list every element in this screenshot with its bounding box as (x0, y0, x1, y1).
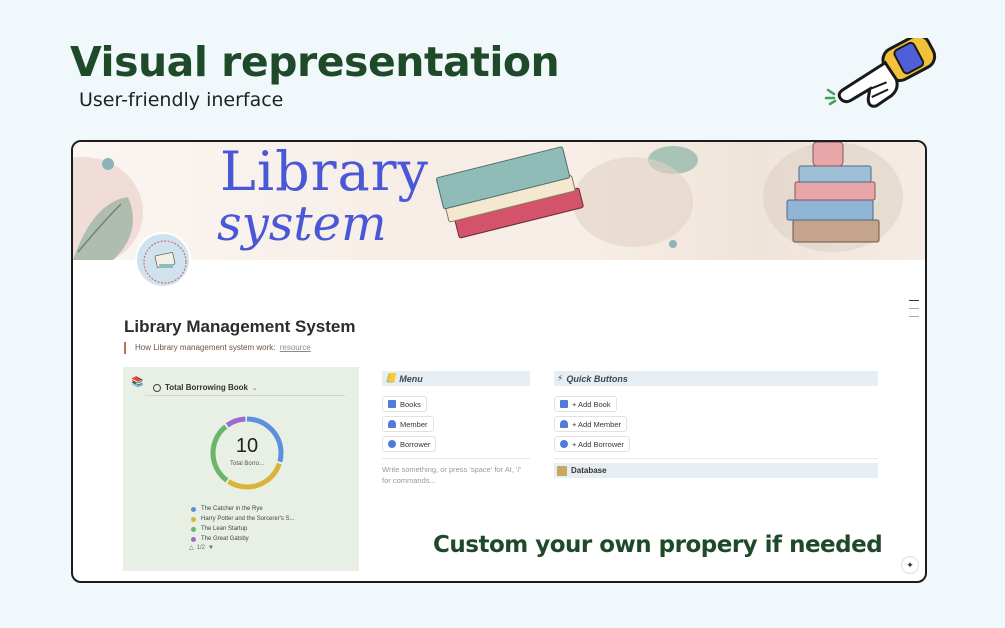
promo-title: Visual representation (70, 38, 560, 86)
ai-sparkle-button[interactable]: ✦ (901, 556, 919, 574)
donut-center-label: Total Borro... (229, 461, 264, 467)
legend-dot (191, 506, 196, 512)
pointing-hand-icon (824, 38, 937, 108)
menu-link-borrower[interactable]: Borrower (382, 436, 437, 452)
prev-triangle-icon[interactable]: △ (189, 544, 194, 551)
book-icon (388, 400, 396, 408)
add-book-button[interactable]: + Add Book (554, 396, 617, 412)
library-badge-icon (143, 240, 187, 284)
menu-link-books[interactable]: Books (382, 396, 427, 412)
cover-title-library: Library (220, 142, 430, 203)
legend-label: The Catcher in the Rye (201, 506, 263, 512)
custom-property-note: Custom your own propery if needed (433, 532, 883, 558)
page-icon-badge[interactable] (135, 232, 191, 288)
lightning-icon: ⚡ (557, 373, 564, 383)
menu-link-label: Borrower (400, 439, 431, 449)
menu-link-label: Member (400, 419, 428, 429)
database-link[interactable]: Database (554, 463, 878, 478)
legend-label: The Great Gatsby (201, 536, 249, 542)
button-label: + Add Member (572, 419, 621, 429)
person-icon (560, 420, 568, 428)
legend-item: Harry Potter and the Sorcerer's S... (191, 514, 295, 524)
clock-icon (153, 383, 161, 392)
button-label: + Add Borrower (572, 439, 624, 449)
chart-legend: The Catcher in the Rye Harry Potter and t… (191, 504, 295, 544)
pager-text: 1/2 (196, 544, 205, 551)
notion-page-frame: Library system Library Management System… (71, 140, 927, 583)
text-block-placeholder[interactable]: Write something, or press 'space' for AI… (382, 464, 527, 486)
borrowing-chart-panel: 📚 Total Borrowing Book ⌄ 10 Total Borro.… (123, 367, 359, 571)
person-pin-icon (560, 440, 568, 448)
quick-buttons-heading-text: Quick Buttons (566, 373, 628, 384)
legend-item: The Catcher in the Rye (191, 504, 295, 514)
callout-text: How Library management system work: (135, 343, 276, 352)
quick-buttons-heading: ⚡ Quick Buttons (554, 371, 878, 386)
menu-book-icon: 📒 (385, 373, 397, 383)
legend-item: The Great Gatsby (191, 534, 295, 544)
cover-title-system: system (217, 196, 387, 252)
page-cover[interactable]: Library system (73, 142, 925, 260)
legend-item: The Lean Startup (191, 524, 295, 534)
menu-heading-text: Menu (399, 373, 423, 384)
menu-divider (382, 458, 530, 459)
menu-link-member[interactable]: Member (382, 416, 434, 432)
person-icon (388, 420, 396, 428)
donut-center-value: 10 (235, 435, 259, 457)
person-pin-icon (388, 440, 396, 448)
button-label: + Add Book (572, 399, 611, 409)
legend-dot (191, 516, 196, 522)
next-triangle-icon[interactable]: ▼ (208, 545, 214, 551)
page-title: Library Management System (124, 317, 356, 336)
quick-buttons-divider (554, 458, 878, 459)
book-icon (560, 400, 568, 408)
chevron-down-icon: ⌄ (251, 384, 258, 392)
quick-buttons-column: ⚡ Quick Buttons + Add Book + Add Member … (554, 371, 878, 478)
database-icon (557, 465, 567, 476)
cover-illustration (73, 142, 903, 260)
menu-heading: 📒 Menu (382, 371, 530, 386)
promo-subtitle: User-friendly inerface (79, 89, 284, 111)
legend-pager[interactable]: △ 1/2 ▼ (189, 544, 214, 552)
resource-callout: How Library management system work: reso… (124, 342, 311, 354)
page-outline-rail[interactable] (909, 300, 919, 324)
chart-view-selector[interactable]: Total Borrowing Book ⌄ (145, 380, 345, 396)
legend-label: Harry Potter and the Sorcerer's S... (201, 516, 295, 522)
legend-dot (191, 536, 196, 542)
resource-link[interactable]: resource (280, 343, 311, 352)
sparkle-icon: ✦ (906, 559, 914, 570)
menu-link-label: Books (400, 399, 421, 409)
legend-label: The Lean Startup (201, 526, 248, 532)
database-label: Database (571, 466, 607, 475)
chart-heading: Total Borrowing Book (165, 383, 248, 392)
add-borrower-button[interactable]: + Add Borrower (554, 436, 630, 452)
books-stack-icon: 📚 (131, 377, 144, 388)
legend-dot (191, 526, 196, 532)
add-member-button[interactable]: + Add Member (554, 416, 627, 432)
menu-column: 📒 Menu Books Member Borrower Write somet… (382, 371, 530, 486)
